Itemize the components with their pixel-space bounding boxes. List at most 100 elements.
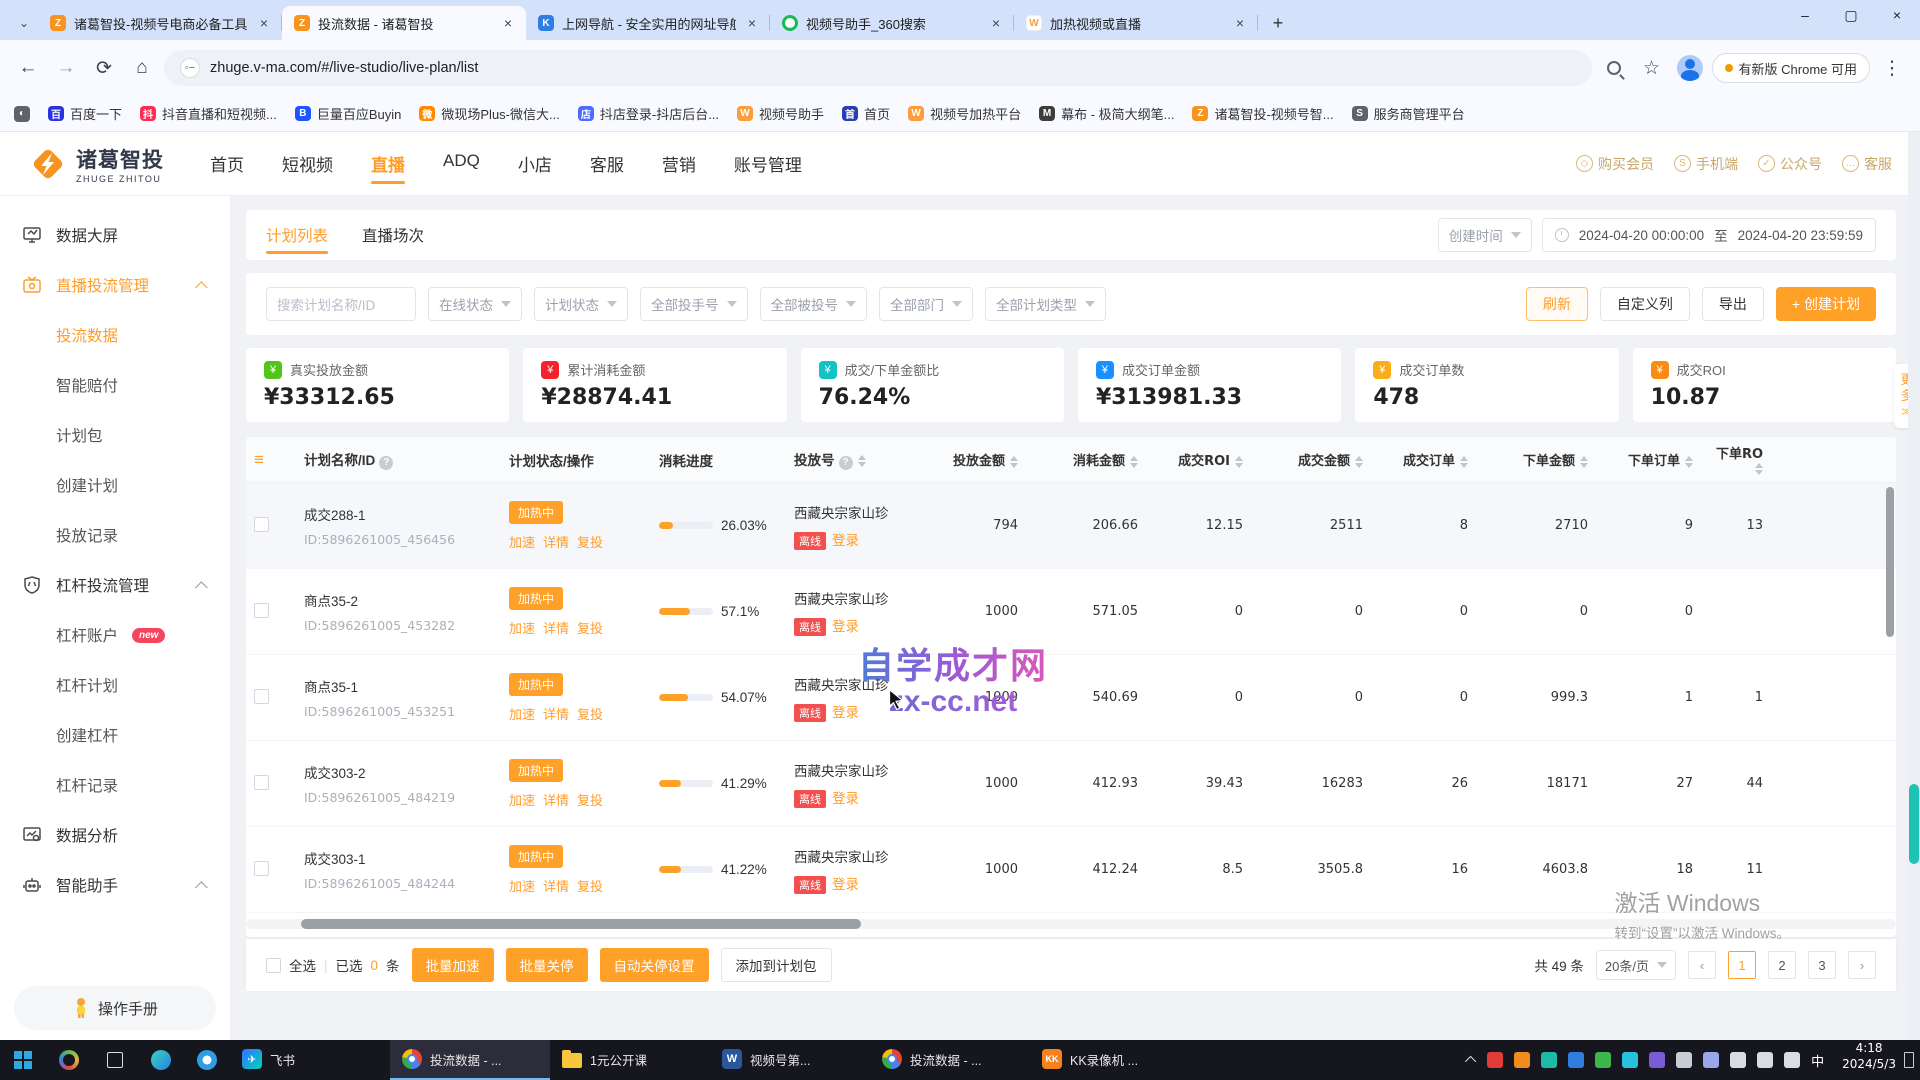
row-checkbox[interactable] bbox=[254, 689, 269, 704]
browser-tab[interactable]: K上网导航 - 安全实用的网址导航× bbox=[526, 6, 770, 40]
sidebar-item-创建计划[interactable]: 创建计划 bbox=[0, 460, 230, 510]
page-button-3[interactable]: 3 bbox=[1808, 951, 1836, 979]
tray-app-teal-icon[interactable] bbox=[1541, 1052, 1557, 1068]
filter-select-全部投手号[interactable]: 全部投手号 bbox=[640, 287, 748, 321]
tab-close-icon[interactable]: × bbox=[256, 15, 272, 31]
nav-item-客服[interactable]: 客服 bbox=[588, 133, 626, 194]
tray-network-icon[interactable] bbox=[1784, 1052, 1800, 1068]
sidebar-item-智能助手[interactable]: 智能助手 bbox=[0, 860, 230, 910]
action-button-自定义列[interactable]: 自定义列 bbox=[1600, 287, 1690, 321]
tray-app-green-icon[interactable] bbox=[1595, 1052, 1611, 1068]
filter-select-在线状态[interactable]: 在线状态 bbox=[428, 287, 522, 321]
close-button[interactable]: × bbox=[1874, 0, 1920, 30]
back-button[interactable]: ← bbox=[12, 52, 44, 84]
filter-select-全部被投号[interactable]: 全部被投号 bbox=[760, 287, 868, 321]
op-link-详情[interactable]: 详情 bbox=[543, 532, 569, 551]
bookmark-item[interactable]: M幕布 - 极简大纲笔... bbox=[1039, 104, 1174, 123]
select-all-checkbox[interactable] bbox=[266, 958, 281, 973]
op-link-详情[interactable]: 详情 bbox=[543, 704, 569, 723]
sort-icon[interactable] bbox=[858, 455, 866, 467]
nav-right-手机端[interactable]: S手机端 bbox=[1674, 154, 1738, 174]
chrome-update-chip[interactable]: 有新版 Chrome 可用 bbox=[1712, 53, 1870, 83]
profile-avatar[interactable] bbox=[1674, 52, 1706, 84]
header-cell-计划状态/操作[interactable]: 计划状态/操作 bbox=[501, 450, 651, 470]
maximize-button[interactable]: ▢ bbox=[1828, 0, 1874, 30]
op-link-详情[interactable]: 详情 bbox=[543, 790, 569, 809]
nav-item-短视频[interactable]: 短视频 bbox=[280, 133, 335, 194]
site-info-icon[interactable]: ◦− bbox=[180, 58, 200, 78]
footer-button-批量关停[interactable]: 批量关停 bbox=[506, 948, 588, 982]
row-checkbox[interactable] bbox=[254, 861, 269, 876]
header-cell-成交订单[interactable]: 成交订单 bbox=[1371, 450, 1476, 469]
tray-app-blue-icon[interactable] bbox=[1568, 1052, 1584, 1068]
sidebar-item-智能赔付[interactable]: 智能赔付 bbox=[0, 360, 230, 410]
home-button[interactable]: ⌂ bbox=[126, 52, 158, 84]
op-link-复投[interactable]: 复投 bbox=[577, 790, 603, 809]
tray-app-red-icon[interactable] bbox=[1487, 1052, 1503, 1068]
tray-bluetooth-icon[interactable] bbox=[1703, 1052, 1719, 1068]
tray-app-orange-icon[interactable] bbox=[1514, 1052, 1530, 1068]
help-icon[interactable]: ? bbox=[379, 456, 393, 470]
bookmark-item[interactable]: S服务商管理平台 bbox=[1352, 104, 1465, 123]
tray-app-purple-icon[interactable] bbox=[1649, 1052, 1665, 1068]
ime-indicator[interactable]: 中 bbox=[1811, 1051, 1824, 1070]
tab-close-icon[interactable]: × bbox=[500, 15, 516, 31]
search-icon[interactable] bbox=[1598, 52, 1630, 84]
op-link-详情[interactable]: 详情 bbox=[543, 876, 569, 895]
filter-select-计划状态[interactable]: 计划状态 bbox=[534, 287, 628, 321]
op-link-复投[interactable]: 复投 bbox=[577, 532, 603, 551]
op-link-加速[interactable]: 加速 bbox=[509, 532, 535, 551]
action-button-导出[interactable]: 导出 bbox=[1702, 287, 1764, 321]
taskbar-app-视频号第...[interactable]: W视频号第... bbox=[710, 1040, 870, 1080]
taskbar-app-飞书[interactable]: ✈飞书 bbox=[230, 1040, 390, 1080]
sidebar-item-投流数据[interactable]: 投流数据 bbox=[0, 310, 230, 360]
action-button-刷新[interactable]: 刷新 bbox=[1526, 287, 1588, 321]
help-icon[interactable]: ? bbox=[839, 456, 853, 470]
notification-center-icon[interactable] bbox=[1904, 1052, 1914, 1068]
task-view-icon[interactable] bbox=[92, 1040, 138, 1080]
column-settings-icon[interactable]: ≡ bbox=[254, 450, 264, 469]
tray-app-cyan-icon[interactable] bbox=[1622, 1052, 1638, 1068]
minimize-button[interactable]: – bbox=[1782, 0, 1828, 30]
sidebar-item-杠杆记录[interactable]: 杠杆记录 bbox=[0, 760, 230, 810]
login-link[interactable]: 登录 bbox=[832, 877, 859, 892]
new-tab-button[interactable]: + bbox=[1264, 9, 1292, 37]
taskbar-app-KK录像机 ...[interactable]: KKKK录像机 ... bbox=[1030, 1040, 1190, 1080]
app-logo[interactable]: 诸葛智投 ZHUGE ZHITOU bbox=[28, 144, 164, 184]
address-bar[interactable]: ◦− zhuge.v-ma.com/#/live-studio/live-pla… bbox=[164, 50, 1592, 86]
next-page-button[interactable]: › bbox=[1848, 951, 1876, 979]
sidebar-item-直播投流管理[interactable]: 直播投流管理 bbox=[0, 260, 230, 310]
bookmark-item[interactable]: 百百度一下 bbox=[48, 104, 122, 123]
content-tab-直播场次[interactable]: 直播场次 bbox=[362, 210, 424, 260]
apps-globe-icon[interactable]: ◐ bbox=[14, 106, 30, 122]
date-field-select[interactable]: 创建时间 bbox=[1438, 218, 1532, 252]
footer-button-自动关停设置[interactable]: 自动关停设置 bbox=[600, 948, 709, 982]
header-cell-成交ROI[interactable]: 成交ROI bbox=[1146, 450, 1251, 469]
tab-close-icon[interactable]: × bbox=[744, 15, 760, 31]
sort-icon[interactable] bbox=[1685, 456, 1693, 468]
page-button-2[interactable]: 2 bbox=[1768, 951, 1796, 979]
table-vertical-scrollbar[interactable] bbox=[1886, 487, 1894, 637]
content-tab-计划列表[interactable]: 计划列表 bbox=[266, 210, 328, 260]
row-checkbox[interactable] bbox=[254, 603, 269, 618]
bookmark-item[interactable]: 微微现场Plus-微信大... bbox=[419, 104, 559, 123]
header-cell-投放金额[interactable]: 投放金额 bbox=[931, 450, 1026, 469]
op-link-加速[interactable]: 加速 bbox=[509, 618, 535, 637]
op-link-加速[interactable]: 加速 bbox=[509, 790, 535, 809]
taskbar-clock[interactable]: 4:182024/5/3 bbox=[1834, 1040, 1904, 1080]
nav-item-ADQ[interactable]: ADQ bbox=[441, 133, 482, 194]
plan-search-input[interactable]: 搜索计划名称/ID bbox=[266, 287, 416, 321]
sort-icon[interactable] bbox=[1755, 463, 1763, 475]
login-link[interactable]: 登录 bbox=[832, 705, 859, 720]
sidebar-item-投放记录[interactable]: 投放记录 bbox=[0, 510, 230, 560]
op-link-复投[interactable]: 复投 bbox=[577, 704, 603, 723]
sidebar-item-杠杆账户[interactable]: 杠杆账户new bbox=[0, 610, 230, 660]
tab-close-icon[interactable]: × bbox=[1232, 15, 1248, 31]
op-link-加速[interactable]: 加速 bbox=[509, 704, 535, 723]
browser-tab[interactable]: Z诸葛智投-视频号电商必备工具× bbox=[38, 6, 282, 40]
login-link[interactable]: 登录 bbox=[832, 533, 859, 548]
taskbar-app-投流数据 - ...[interactable]: 投流数据 - ... bbox=[870, 1040, 1030, 1080]
page-button-1[interactable]: 1 bbox=[1728, 951, 1756, 979]
nav-item-首页[interactable]: 首页 bbox=[208, 133, 246, 194]
op-link-复投[interactable]: 复投 bbox=[577, 876, 603, 895]
